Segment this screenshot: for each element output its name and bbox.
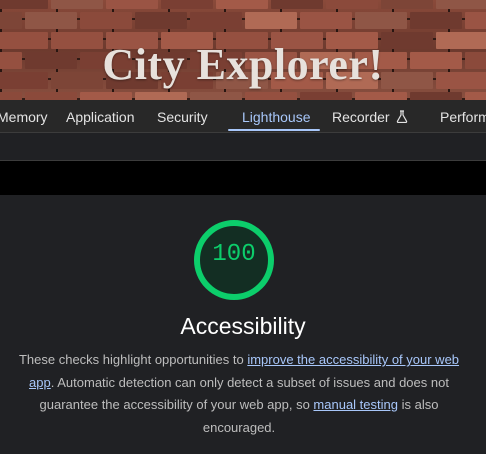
brick <box>245 92 297 100</box>
brick <box>80 92 132 100</box>
description-text-1: These checks highlight opportunities to <box>18 352 248 367</box>
brick <box>300 12 352 29</box>
brick <box>216 0 268 9</box>
brick <box>0 0 48 9</box>
brick-row <box>0 12 486 30</box>
score-value: 100 <box>212 241 256 268</box>
site-header-banner: City Explorer! <box>0 0 486 100</box>
manual-testing-link[interactable]: manual testing <box>313 397 398 412</box>
devtools-tab-bar: Memory Application Security Lighthouse R… <box>0 100 486 133</box>
tab-performance[interactable]: Perform <box>440 100 486 132</box>
brick <box>355 92 407 100</box>
brick <box>436 0 486 9</box>
brick <box>381 0 433 9</box>
category-title: Accessibility <box>180 313 306 339</box>
tab-security[interactable]: Security <box>157 100 208 132</box>
brick <box>25 92 77 100</box>
brick <box>300 92 352 100</box>
brick <box>0 12 22 29</box>
brick <box>161 0 213 9</box>
brick-row <box>0 92 486 100</box>
brick <box>135 12 187 29</box>
brick <box>465 12 486 29</box>
brick-row <box>0 0 486 10</box>
brick <box>465 92 486 100</box>
brick <box>271 0 323 9</box>
tab-recorder-label: Recorder <box>332 109 390 125</box>
brick <box>355 12 407 29</box>
brick <box>135 92 187 100</box>
active-tab-indicator <box>228 129 320 131</box>
brick <box>25 12 77 29</box>
lighthouse-toolbar <box>0 133 486 161</box>
tab-recorder[interactable]: Recorder <box>332 100 408 132</box>
tab-application[interactable]: Application <box>66 100 135 132</box>
brick <box>326 0 378 9</box>
site-title: City Explorer! <box>102 40 384 89</box>
tab-lighthouse[interactable]: Lighthouse <box>242 100 311 132</box>
brick <box>51 0 103 9</box>
brick <box>80 12 132 29</box>
brick <box>410 92 462 100</box>
category-description: These checks highlight opportunities to … <box>14 349 464 439</box>
brick <box>190 92 242 100</box>
brick <box>0 92 22 100</box>
brick <box>410 12 462 29</box>
brick <box>106 0 158 9</box>
brick <box>190 12 242 29</box>
tab-memory[interactable]: Memory <box>0 100 48 132</box>
brick <box>245 12 297 29</box>
flask-icon <box>396 110 407 124</box>
report-topbar <box>0 161 486 195</box>
